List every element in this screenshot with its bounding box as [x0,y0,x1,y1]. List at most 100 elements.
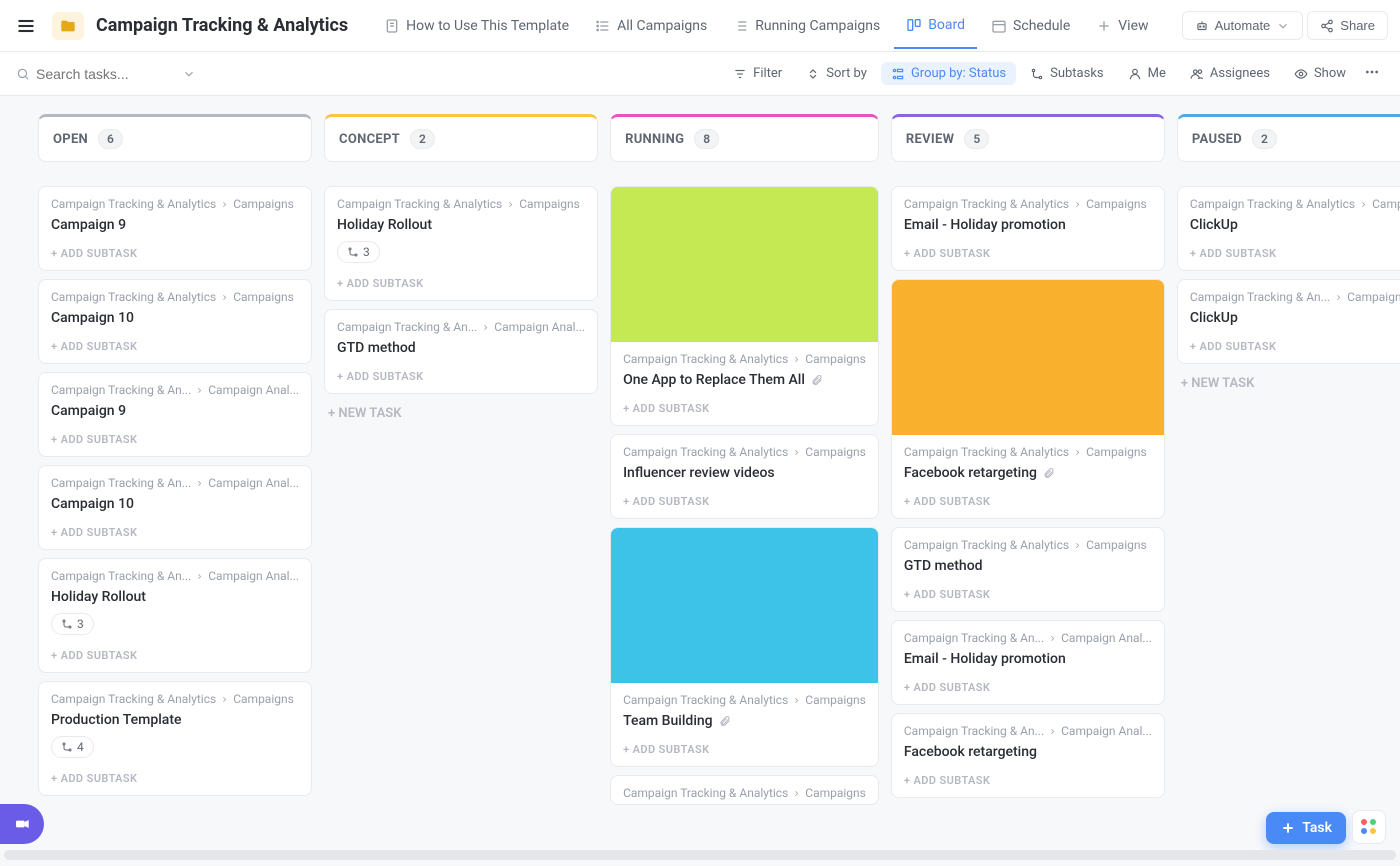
subtask-count: 3 [77,617,84,631]
card-breadcrumb[interactable]: Campaign Tracking & AnalyticsCampaigns [904,445,1152,459]
share-button[interactable]: Share [1307,11,1388,40]
task-card[interactable]: Campaign Tracking & An...Campaign Anal..… [38,372,312,457]
add-subtask-button[interactable]: + ADD SUBTASK [39,237,311,270]
add-subtask-button[interactable]: + ADD SUBTASK [39,423,311,456]
card-breadcrumb[interactable]: Campaign Tracking & AnalyticsCampaigns [51,197,299,211]
automate-button[interactable]: Automate [1182,11,1304,40]
task-card[interactable]: Campaign Tracking & AnalyticsCampaignsGT… [891,527,1165,612]
more-button[interactable] [1360,60,1384,88]
add-subtask-button[interactable]: + ADD SUBTASK [611,485,878,518]
card-breadcrumb[interactable]: Campaign Tracking & AnalyticsCampaigns [904,197,1152,211]
video-record-button[interactable] [0,804,44,844]
new-task-fab[interactable]: Task [1266,812,1346,844]
add-subtask-button[interactable]: + ADD SUBTASK [39,639,311,672]
horizontal-scrollbar[interactable] [4,850,1396,860]
breadcrumb-parent: Campaign Tracking & Analytics [1190,197,1355,211]
tab-how-to-use[interactable]: How to Use This Template [372,12,581,40]
column-header[interactable]: RUNNING8 [610,114,879,162]
task-card[interactable]: Campaign Tracking & An...Campaign Anal..… [38,465,312,550]
add-subtask-button[interactable]: + ADD SUBTASK [1178,237,1400,270]
search-icon [16,67,30,81]
assignees-button[interactable]: Assignees [1180,62,1280,85]
task-card[interactable]: Campaign Tracking & An...Campaign Anal..… [38,558,312,673]
group-button[interactable]: Group by: Status [881,62,1016,85]
card-breadcrumb[interactable]: Campaign Tracking & An...Campaign Anal..… [51,476,299,490]
task-card[interactable]: Campaign Tracking & AnalyticsCampaignsOn… [610,186,879,426]
task-card[interactable]: Campaign Tracking & AnalyticsCampaignsTe… [610,527,879,767]
new-task-button[interactable]: + NEW TASK [324,394,598,433]
task-card[interactable]: Campaign Tracking & An...Campaign Anal..… [1177,279,1400,364]
tab-all-campaigns[interactable]: All Campaigns [583,12,719,40]
task-card[interactable]: Campaign Tracking & AnalyticsCampaignsCa… [38,186,312,271]
card-breadcrumb[interactable]: Campaign Tracking & AnalyticsCampaigns [623,786,866,800]
task-card[interactable]: Campaign Tracking & An...Campaign Anal..… [891,620,1165,705]
show-button[interactable]: Show [1284,62,1356,85]
group-icon [891,67,905,81]
card-body: Campaign Tracking & An...Campaign Anal..… [39,559,311,639]
add-subtask-button[interactable]: + ADD SUBTASK [39,516,311,549]
add-subtask-button[interactable]: + ADD SUBTASK [1178,330,1400,363]
task-card[interactable]: Campaign Tracking & AnalyticsCampaignsEm… [891,186,1165,271]
task-card[interactable]: Campaign Tracking & An...Campaign Anal..… [324,309,598,394]
column-header[interactable]: CONCEPT2 [324,114,598,162]
add-subtask-button[interactable]: + ADD SUBTASK [892,485,1164,518]
folder-badge[interactable] [52,12,84,40]
tab-running-campaigns[interactable]: Running Campaigns [721,12,892,40]
card-breadcrumb[interactable]: Campaign Tracking & AnalyticsCampaigns [623,352,866,366]
task-card[interactable]: Campaign Tracking & AnalyticsCampaignsPr… [38,681,312,796]
breadcrumb-parent: Campaign Tracking & An... [1190,290,1330,304]
add-subtask-button[interactable]: + ADD SUBTASK [39,762,311,795]
board-icon [906,17,922,33]
me-button[interactable]: Me [1118,62,1176,85]
add-subtask-button[interactable]: + ADD SUBTASK [892,237,1164,270]
column-header[interactable]: REVIEW5 [891,114,1165,162]
task-card[interactable]: Campaign Tracking & AnalyticsCampaignsIn… [610,434,879,519]
task-card[interactable]: Campaign Tracking & AnalyticsCampaignsHo… [324,186,598,301]
subtask-count-pill[interactable]: 3 [51,613,94,635]
add-subtask-button[interactable]: + ADD SUBTASK [611,392,878,425]
card-breadcrumb[interactable]: Campaign Tracking & AnalyticsCampaigns [51,692,299,706]
card-breadcrumb[interactable]: Campaign Tracking & AnalyticsCampaigns [337,197,585,211]
menu-toggle[interactable] [12,12,40,40]
task-card[interactable]: Campaign Tracking & AnalyticsCampaignsFa… [891,279,1165,519]
card-breadcrumb[interactable]: Campaign Tracking & An...Campaign Anal..… [51,383,299,397]
card-breadcrumb[interactable]: Campaign Tracking & AnalyticsCampaigns [1190,197,1400,211]
card-breadcrumb[interactable]: Campaign Tracking & AnalyticsCampaigns [623,445,866,459]
filter-button[interactable]: Filter [723,62,792,85]
subtask-count-pill[interactable]: 4 [51,736,94,758]
chevron-right-icon [1048,634,1057,643]
add-subtask-button[interactable]: + ADD SUBTASK [611,733,878,766]
apps-button[interactable] [1352,810,1386,844]
add-subtask-button[interactable]: + ADD SUBTASK [892,671,1164,704]
sort-button[interactable]: Sort by [796,62,877,85]
tab-schedule[interactable]: Schedule [979,12,1082,40]
card-breadcrumb[interactable]: Campaign Tracking & An...Campaign Anal..… [1190,290,1400,304]
new-task-button[interactable]: + NEW TASK [1177,364,1400,403]
tab-board[interactable]: Board [894,3,977,49]
card-breadcrumb[interactable]: Campaign Tracking & AnalyticsCampaigns [904,538,1152,552]
add-subtask-button[interactable]: + ADD SUBTASK [325,360,597,393]
task-card[interactable]: Campaign Tracking & AnalyticsCampaigns [610,775,879,805]
add-subtask-button[interactable]: + ADD SUBTASK [325,267,597,300]
card-breadcrumb[interactable]: Campaign Tracking & AnalyticsCampaigns [51,290,299,304]
search-chevron-icon[interactable] [182,67,196,81]
add-subtask-button[interactable]: + ADD SUBTASK [892,764,1164,797]
task-card[interactable]: Campaign Tracking & An...Campaign Anal..… [891,713,1165,798]
task-card[interactable]: Campaign Tracking & AnalyticsCampaignsCa… [38,279,312,364]
card-breadcrumb[interactable]: Campaign Tracking & An...Campaign Anal..… [337,320,585,334]
subtasks-button[interactable]: Subtasks [1020,62,1114,85]
task-card[interactable]: Campaign Tracking & AnalyticsCampaignsCl… [1177,186,1400,271]
chevron-right-icon [1073,200,1082,209]
search-input[interactable] [36,66,176,82]
card-body: Campaign Tracking & AnalyticsCampaignsEm… [892,187,1164,237]
card-breadcrumb[interactable]: Campaign Tracking & An...Campaign Anal..… [904,631,1152,645]
column-header[interactable]: OPEN6 [38,114,312,162]
card-breadcrumb[interactable]: Campaign Tracking & An...Campaign Anal..… [51,569,299,583]
column-header[interactable]: PAUSED2 [1177,114,1400,162]
subtask-count-pill[interactable]: 3 [337,241,380,263]
card-breadcrumb[interactable]: Campaign Tracking & AnalyticsCampaigns [623,693,866,707]
tab-add-view[interactable]: View [1084,12,1160,40]
add-subtask-button[interactable]: + ADD SUBTASK [39,330,311,363]
card-breadcrumb[interactable]: Campaign Tracking & An...Campaign Anal..… [904,724,1152,738]
add-subtask-button[interactable]: + ADD SUBTASK [892,578,1164,611]
